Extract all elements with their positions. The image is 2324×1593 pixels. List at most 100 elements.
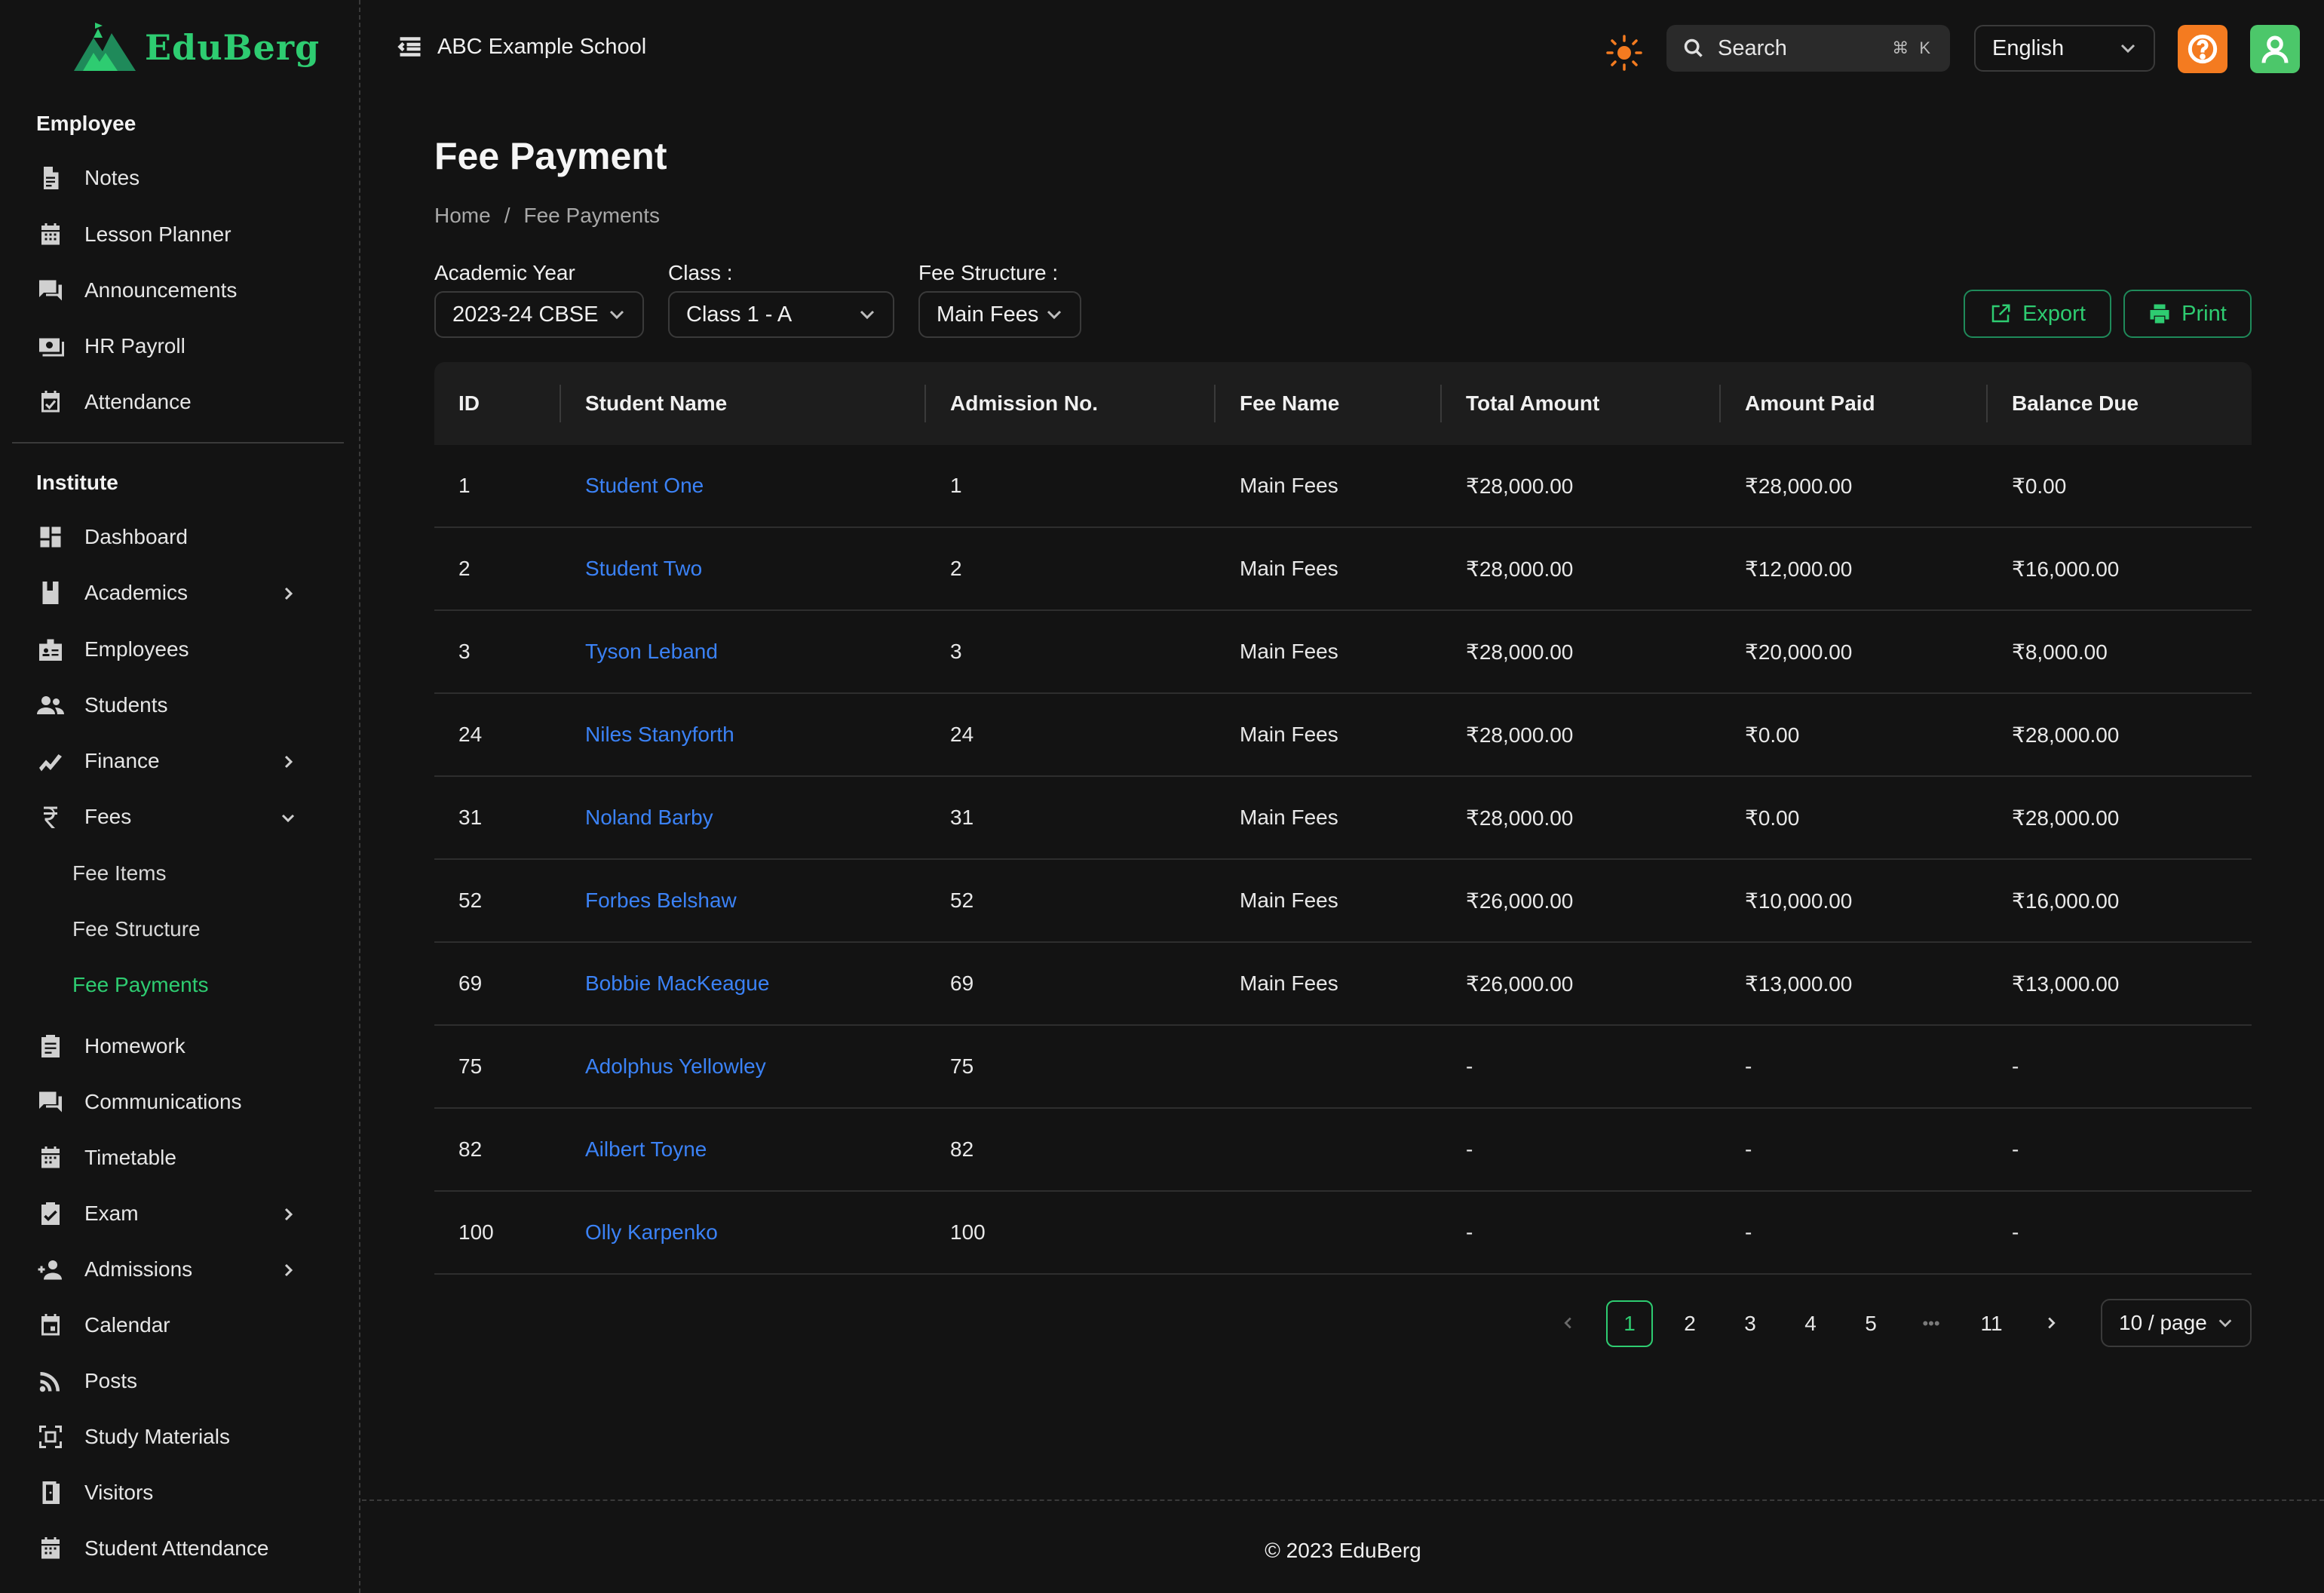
language-select[interactable]: English [1974,25,2155,72]
export-button[interactable]: Export [1964,290,2111,338]
column-header-balance-due[interactable]: Balance Due [2012,391,2139,416]
search-input[interactable]: Search ⌘ K [1666,25,1950,72]
cell-balance-due: ₹28,000.00 [2012,723,2120,747]
cell-admission-no: 100 [950,1220,986,1244]
section-title-institute: Institute [36,471,118,494]
sidebar-item-posts[interactable]: Posts [36,1358,323,1404]
table-row: 82 Ailbert Toyne 82 - - - [434,1109,2252,1192]
language-value: English [1992,35,2065,60]
pagination-page-last[interactable]: 11 [1968,1300,2015,1347]
column-separator [560,385,561,422]
sidebar-item-visitors[interactable]: Visitors [36,1470,323,1515]
eduberg-logo[interactable]: EduBerg [72,21,320,74]
cell-admission-no: 1 [950,474,962,497]
column-header-admission-no[interactable]: Admission No. [950,391,1098,416]
cell-student-name-link[interactable]: Student One [585,474,704,498]
sidebar-subitem-fee-structure[interactable]: Fee Structure [72,908,201,950]
chevron-right-icon [2048,1317,2056,1329]
pagination-page-5[interactable]: 5 [1847,1300,1894,1347]
pagination-next-button[interactable] [2036,1305,2066,1341]
cell-balance-due: - [2012,1137,2019,1161]
section-title-employee: Employee [36,112,136,135]
print-button[interactable]: Print [2123,290,2252,338]
sidebar-item-notes[interactable]: Notes [36,155,323,201]
pagination-prev-button[interactable] [1553,1305,1584,1341]
academic-year-select[interactable]: 2023-24 CBSE [434,291,644,338]
chevron-down-icon [1047,310,1062,320]
calendar-icon [36,1534,65,1563]
pagination-ellipsis[interactable]: ••• [1908,1300,1955,1347]
sidebar-item-dashboard[interactable]: Dashboard [36,514,323,560]
cell-amount-paid: ₹0.00 [1745,806,1800,830]
sidebar-item-finance[interactable]: Finance [36,738,323,784]
column-header-student-name[interactable]: Student Name [585,391,727,416]
breadcrumb-separator: / [504,204,510,227]
pagination-page-1[interactable]: 1 [1606,1300,1653,1347]
cell-student-name-link[interactable]: Tyson Leband [585,640,718,664]
sidebar-item-admissions[interactable]: Admissions [36,1247,323,1292]
sidebar-item-label: Communications [84,1090,242,1113]
cell-balance-due: - [2012,1220,2019,1244]
breadcrumb-home[interactable]: Home [434,204,491,228]
cell-admission-no: 82 [950,1137,974,1161]
chevron-down-icon [279,808,297,826]
fee-structure-select[interactable]: Main Fees [918,291,1081,338]
theme-toggle-button[interactable] [1605,33,1644,72]
cell-total-amount: - [1466,1137,1473,1161]
class-select[interactable]: Class 1 - A [668,291,894,338]
sidebar-item-lesson-planner[interactable]: Lesson Planner [36,212,323,257]
sidebar-item-employees[interactable]: Employees [36,627,323,672]
cell-admission-no: 75 [950,1054,974,1078]
cell-student-name-link[interactable]: Bobbie MacKeague [585,971,769,996]
pagination-page-4[interactable]: 4 [1787,1300,1834,1347]
help-button[interactable] [2178,25,2227,73]
sidebar-item-study-materials[interactable]: Study Materials [36,1414,323,1459]
sidebar-item-homework[interactable]: Homework [36,1024,323,1069]
user-avatar-button[interactable] [2250,25,2300,73]
calendar-icon [36,220,65,249]
chevron-down-icon [609,310,624,320]
menu-toggle-icon[interactable] [397,33,424,60]
fee-structure-label: Fee Structure : [918,261,1059,284]
sidebar-item-academics[interactable]: Academics [36,570,323,615]
column-header-fee-name[interactable]: Fee Name [1240,391,1339,416]
cell-student-name-link[interactable]: Niles Stanyforth [585,723,734,747]
sidebar-item-calendar[interactable]: Calendar [36,1303,323,1348]
sidebar-item-students[interactable]: Students [36,683,323,728]
sidebar-item-fees[interactable]: Fees [36,794,323,839]
fee-structure-value: Main Fees [937,302,1039,327]
sidebar-item-timetable[interactable]: Timetable [36,1135,323,1180]
sidebar-item-announcements[interactable]: Announcements [36,268,323,313]
mountain-logo-icon [74,23,136,71]
column-header-amount-paid[interactable]: Amount Paid [1745,391,1875,416]
cell-total-amount: ₹28,000.00 [1466,723,1574,747]
sidebar-item-attendance[interactable]: Attendance [36,379,323,425]
cell-amount-paid: ₹28,000.00 [1745,474,1853,498]
cell-student-name-link[interactable]: Olly Karpenko [585,1220,718,1245]
pagination-page-3[interactable]: 3 [1727,1300,1774,1347]
sidebar-item-exam[interactable]: Exam [36,1191,323,1236]
sidebar-item-student-attendance[interactable]: Student Attendance [36,1526,323,1571]
sidebar-item-label: Lesson Planner [84,223,231,246]
cell-balance-due: - [2012,1054,2019,1078]
chat-icon [36,1088,65,1116]
search-placeholder: Search [1718,35,1787,60]
sidebar-item-label: Student Attendance [84,1536,269,1560]
user-icon [2261,35,2289,63]
sidebar-item-hr-payroll[interactable]: HR Payroll [36,324,323,369]
sidebar-item-communications[interactable]: Communications [36,1079,323,1125]
rupee-icon [36,803,65,831]
sidebar-subitem-fee-payments[interactable]: Fee Payments [72,964,209,1006]
column-header-id[interactable]: ID [458,391,480,416]
cell-total-amount: ₹26,000.00 [1466,889,1574,913]
column-header-total-amount[interactable]: Total Amount [1466,391,1599,416]
cell-student-name-link[interactable]: Forbes Belshaw [585,889,737,913]
page-size-select[interactable]: 10 / page [2101,1299,2252,1347]
cell-student-name-link[interactable]: Noland Barby [585,806,713,830]
cell-student-name-link[interactable]: Adolphus Yellowley [585,1054,766,1079]
cell-student-name-link[interactable]: Ailbert Toyne [585,1137,707,1162]
sidebar-subitem-fee-items[interactable]: Fee Items [72,852,166,895]
pagination-page-2[interactable]: 2 [1666,1300,1713,1347]
cell-student-name-link[interactable]: Student Two [585,557,702,581]
cell-amount-paid: - [1745,1137,1752,1161]
